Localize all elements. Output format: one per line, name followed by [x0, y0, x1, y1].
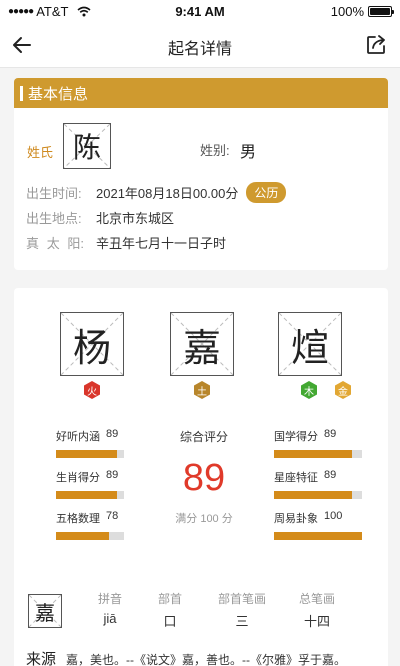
score-value: 89 [106, 469, 119, 481]
score-label: 周易卦象 [274, 513, 318, 525]
basic-info-header: 基本信息 [14, 78, 388, 108]
overall-score: 综合评分 89 满分 100 分 [154, 428, 254, 526]
score-bar-track [274, 450, 362, 458]
score-label: 好听内涵 [56, 431, 100, 443]
surname-character: 陈 [72, 131, 101, 164]
basic-info-card: 基本信息 姓氏 陈 姓别: 男 出生时间: 2021年08月18日00.00分 … [14, 78, 388, 270]
total-strokes-label: 总笔画 [298, 592, 335, 606]
birth-place-value: 北京市东城区 [96, 211, 175, 226]
score-item: 好听内涵 89 [56, 428, 156, 458]
surname-label: 姓氏 [27, 145, 54, 160]
score-bar-track [56, 532, 124, 540]
score-bar-fill [56, 532, 110, 540]
total-strokes-column: 总笔画 十四 [294, 590, 340, 630]
element-fire-badge: 火 [83, 381, 101, 399]
true-sun-label-part: 真 [26, 236, 40, 251]
element-label: 火 [87, 386, 97, 398]
name-character: 煊 [290, 325, 329, 370]
score-item: 五格数理 78 [56, 510, 156, 540]
element-wood-badge: 木 [300, 381, 318, 399]
score-bar-track [56, 450, 124, 458]
score-label: 五格数理 [56, 513, 100, 525]
pinyin-label: 拼音 [97, 592, 122, 606]
element-label: 土 [197, 386, 207, 398]
basic-info-title: 基本信息 [28, 85, 89, 103]
pinyin-value: jiā [103, 611, 117, 626]
detail-character-box: 嘉 [28, 594, 62, 628]
overall-score-label: 综合评分 [179, 430, 228, 444]
score-label: 生肖得分 [56, 472, 100, 484]
overall-score-value: 89 [182, 457, 226, 499]
name-character: 嘉 [182, 325, 221, 370]
battery-group: 100% [330, 4, 394, 19]
share-icon[interactable] [364, 33, 388, 57]
total-strokes-value: 十四 [303, 614, 330, 629]
true-sun-label: 真 太 阳: [26, 233, 84, 252]
element-earth-badge: 土 [193, 381, 211, 399]
surname-character-box: 陈 [63, 123, 111, 169]
battery-percent: 100% [330, 4, 364, 19]
score-label: 星座特征 [274, 472, 318, 484]
overall-score-max: 满分 100 分 [175, 513, 233, 525]
name-analysis-card: 杨 嘉 煊 火 土 木 金 好听内涵 89 生肖得分 89 五格数理 78 综合… [14, 288, 388, 666]
name-character-box: 杨 [60, 312, 124, 376]
birth-time-value: 2021年08月18日00.00分 [96, 186, 239, 201]
calendar-type-badge: 公历 [246, 182, 287, 203]
element-label: 木 [304, 386, 314, 398]
radical-strokes-value: 三 [235, 614, 249, 629]
radical-strokes-column: 部首笔画 三 [214, 590, 270, 630]
radical-strokes-label: 部首笔画 [217, 592, 266, 606]
true-sun-value: 辛丑年七月十一日子时 [96, 236, 227, 251]
radical-value: 口 [163, 614, 177, 629]
score-bar-fill [274, 450, 353, 458]
score-bar-track [56, 491, 124, 499]
origin-row: 来源 嘉，美也。--《说文》嘉，善也。--《尔雅》孚于嘉。 [26, 648, 346, 666]
birth-place-row: 出生地点: 北京市东城区 [26, 208, 174, 227]
gender-value: 男 [240, 144, 257, 161]
page-title: 起名详情 [167, 41, 232, 58]
origin-text: 嘉，美也。--《说文》嘉，善也。--《尔雅》孚于嘉。 [66, 653, 347, 666]
true-sun-label-part: 太 [46, 236, 60, 251]
score-bar-track [274, 491, 362, 499]
score-value: 78 [106, 510, 119, 522]
header-accent-bar [20, 85, 23, 101]
battery-icon [368, 6, 394, 17]
detail-character: 嘉 [35, 600, 55, 625]
gender-label: 姓别: [200, 143, 230, 158]
true-sun-row: 真 太 阳: 辛丑年七月十一日子时 [26, 233, 226, 252]
score-value: 100 [324, 510, 343, 522]
battery-level-fill [370, 8, 390, 15]
name-character-box: 嘉 [170, 312, 234, 376]
score-item: 星座特征 89 [274, 469, 374, 499]
score-bar-fill [56, 491, 117, 499]
origin-label: 来源 [26, 651, 57, 666]
name-character: 杨 [72, 325, 111, 370]
radical-column: 部首 口 [150, 590, 190, 630]
birth-time-row: 出生时间: 2021年08月18日00.00分 公历 [26, 182, 287, 203]
score-value: 89 [106, 428, 119, 440]
score-bar-track [274, 532, 362, 540]
score-value: 89 [324, 428, 337, 440]
element-metal-badge: 金 [334, 381, 352, 399]
pinyin-column: 拼音 jiā [90, 590, 130, 626]
score-item: 国学得分 89 [274, 428, 374, 458]
score-bar-fill [274, 491, 353, 499]
name-character-box: 煊 [278, 312, 342, 376]
score-item: 周易卦象 100 [274, 510, 374, 540]
element-label: 金 [338, 386, 348, 398]
nav-bar: 起名详情 [0, 24, 400, 68]
score-bar-fill [274, 532, 362, 540]
status-bar: ●●●●● AT&T 9:41 AM 100% [0, 0, 400, 24]
score-item: 生肖得分 89 [56, 469, 156, 499]
birth-place-label: 出生地点: [26, 211, 82, 226]
score-bar-fill [56, 450, 117, 458]
score-label: 国学得分 [274, 431, 318, 443]
birth-time-label: 出生时间: [26, 186, 82, 201]
true-sun-label-part: 阳: [67, 236, 84, 251]
radical-label: 部首 [157, 592, 182, 606]
score-value: 89 [324, 469, 337, 481]
